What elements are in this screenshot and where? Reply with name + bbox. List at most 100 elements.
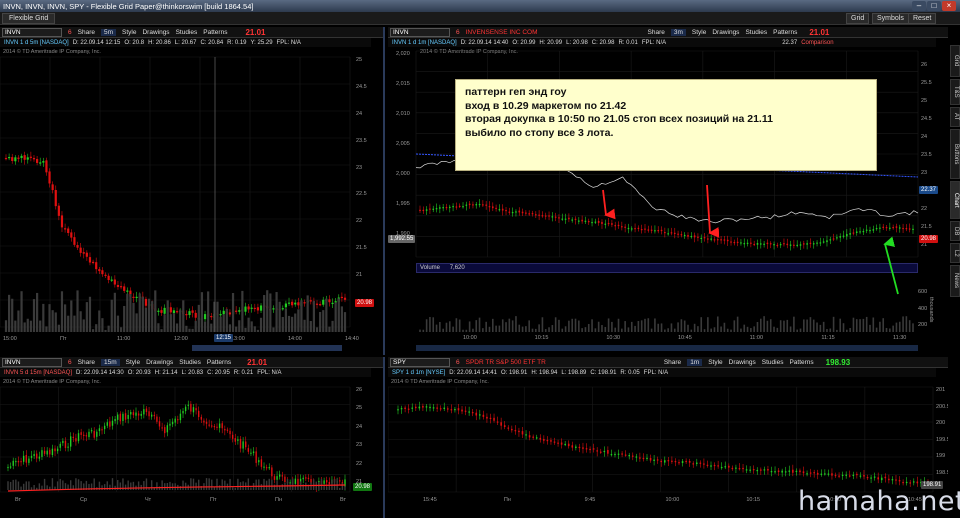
candle: [284, 303, 288, 308]
candle: [281, 308, 284, 310]
time-tick: 10:15: [534, 335, 549, 341]
volume-bar: [75, 478, 77, 490]
candle: [439, 207, 441, 209]
candle: [208, 424, 210, 426]
volume-bar: [12, 479, 14, 490]
candle: [238, 310, 241, 312]
candle: [525, 212, 527, 214]
side-tab-buttons[interactable]: Buttons: [950, 129, 960, 179]
price-chart[interactable]: [0, 27, 385, 355]
volume-bar: [69, 480, 72, 490]
tab-flexible-grid[interactable]: Flexible Grid: [2, 12, 56, 24]
candle: [607, 450, 609, 454]
candle: [228, 312, 232, 315]
volume-bar: [422, 329, 425, 332]
candle: [160, 310, 163, 313]
price-tick: 200: [936, 420, 946, 427]
volume-bar: [48, 304, 51, 332]
side-tab-db[interactable]: DB: [950, 221, 960, 241]
candle: [716, 239, 719, 241]
price-tick: 21.5: [356, 245, 367, 252]
price-chart[interactable]: [388, 27, 948, 355]
volume-bar: [491, 318, 494, 332]
volume-bar: [521, 326, 524, 332]
volume-bar: [750, 328, 752, 332]
candle: [912, 481, 915, 483]
candle: [832, 238, 835, 240]
side-tab-l2[interactable]: L2: [950, 243, 960, 263]
candle: [179, 413, 182, 421]
candle: [32, 157, 36, 160]
candle: [781, 470, 783, 473]
volume-bar: [839, 318, 842, 332]
price-tick: 26: [921, 62, 928, 68]
annotation-line: вход в 10.29 маркетом по 21.42: [465, 99, 627, 112]
side-tab-chart[interactable]: Chart: [950, 181, 960, 219]
symbols-button[interactable]: Symbols: [872, 13, 909, 24]
volume-bar: [211, 479, 213, 490]
watermark: hamaha.net: [798, 486, 960, 517]
volume-bar: [568, 320, 570, 332]
volume-bar: [902, 316, 904, 332]
volume-bar: [320, 478, 323, 490]
cursor-time-label: 12:15: [214, 334, 234, 342]
side-tab-grid[interactable]: Grid: [950, 45, 960, 77]
candle: [57, 205, 60, 216]
price-tick: 22: [356, 460, 363, 467]
candle: [865, 229, 868, 231]
candle: [213, 426, 216, 428]
candle: [760, 469, 762, 471]
volume-bar: [819, 324, 822, 332]
volume-bar: [294, 313, 297, 332]
candle: [713, 239, 716, 241]
horizontal-scrollbar[interactable]: [192, 345, 342, 351]
candle: [461, 409, 463, 412]
candle: [743, 243, 746, 245]
reset-button[interactable]: Reset: [908, 13, 937, 24]
volume-bar: [578, 320, 580, 332]
volume-bar: [525, 326, 527, 332]
candle: [253, 307, 256, 310]
volume-bar: [124, 484, 127, 490]
time-tick: Пт: [60, 336, 67, 342]
volume-bar: [855, 319, 858, 332]
volume-bar: [806, 319, 808, 332]
candle: [187, 404, 189, 406]
candle: [703, 463, 705, 465]
candle: [400, 408, 403, 410]
volume-bar: [287, 315, 291, 332]
candle: [706, 464, 709, 466]
volume-bar: [260, 484, 263, 490]
volume-bar: [482, 328, 484, 332]
candle: [41, 450, 43, 457]
side-tab-news[interactable]: News: [950, 265, 960, 297]
volume-bar: [495, 325, 497, 332]
volume-bar: [344, 485, 346, 490]
maximize-icon[interactable]: □: [927, 1, 941, 11]
volume-bar: [147, 298, 151, 332]
candle: [276, 476, 278, 480]
horizontal-scrollbar[interactable]: [416, 345, 918, 351]
candle: [587, 221, 590, 223]
volume-bar: [235, 326, 238, 332]
candle: [171, 421, 174, 425]
close-icon[interactable]: ×: [942, 1, 956, 11]
candle: [753, 243, 755, 246]
volume-bar: [325, 298, 328, 332]
candle: [49, 449, 51, 455]
candle: [611, 223, 613, 225]
grid-button[interactable]: Grid: [846, 13, 870, 24]
price-chart[interactable]: [0, 357, 385, 518]
volume-bar: [4, 320, 8, 332]
minimize-icon[interactable]: –: [912, 1, 926, 11]
side-tab-ts[interactable]: T&S: [950, 79, 960, 105]
side-tab-at[interactable]: AT: [950, 107, 960, 127]
candle: [106, 422, 108, 426]
volume-bar: [192, 478, 195, 490]
candle: [670, 232, 673, 234]
volume-bar: [680, 319, 683, 332]
candle: [697, 236, 699, 238]
candle: [475, 204, 478, 206]
volume-bar: [544, 329, 547, 332]
candle: [175, 311, 179, 313]
